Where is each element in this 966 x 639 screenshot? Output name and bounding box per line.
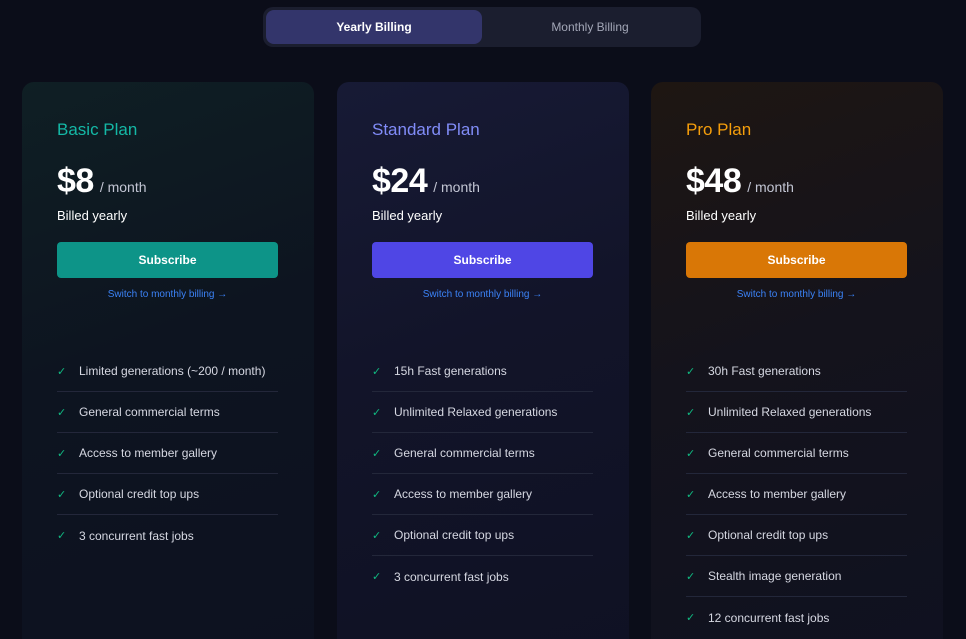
feature-item: ✓ Unlimited Relaxed generations xyxy=(372,392,593,433)
check-icon: ✓ xyxy=(57,488,67,501)
price-row: $8 / month xyxy=(57,162,279,202)
feature-item: ✓ Optional credit top ups xyxy=(686,515,907,556)
check-icon: ✓ xyxy=(372,488,382,501)
feature-label: Optional credit top ups xyxy=(79,487,200,501)
check-icon: ✓ xyxy=(57,365,67,378)
feature-label: 3 concurrent fast jobs xyxy=(79,528,194,543)
feature-label: Unlimited Relaxed generations xyxy=(708,405,872,419)
check-icon: ✓ xyxy=(372,365,382,378)
plan-name: Standard Plan xyxy=(372,120,480,139)
subscribe-button[interactable]: Subscribe xyxy=(57,242,278,278)
check-icon: ✓ xyxy=(57,530,67,542)
feature-list: ✓ 30h Fast generations ✓ Unlimited Relaxed… xyxy=(686,351,907,638)
feature-item: ✓ Access to member gallery xyxy=(686,474,907,515)
check-icon: ✓ xyxy=(372,447,382,460)
price-period: / month xyxy=(747,179,794,195)
switch-to-monthly-link[interactable]: Switch to monthly billing → xyxy=(57,289,278,300)
feature-item: ✓ 15h Fast generations xyxy=(372,351,593,392)
monthly-billing-tab[interactable]: Monthly Billing xyxy=(482,10,698,44)
billing-note: Billed yearly xyxy=(372,208,443,223)
feature-label: Access to member gallery xyxy=(79,446,218,460)
price-row: $24 / month xyxy=(372,162,594,202)
check-icon: ✓ xyxy=(57,447,67,460)
feature-label: Access to member gallery xyxy=(708,487,847,501)
plan-price: $24 xyxy=(372,162,428,200)
feature-label: Optional credit top ups xyxy=(394,528,515,542)
check-icon: ✓ xyxy=(686,570,696,583)
subscribe-button[interactable]: Subscribe xyxy=(372,242,593,278)
price-row: $48 / month xyxy=(686,162,908,202)
feature-list: ✓ 15h Fast generations ✓ Unlimited Relaxed… xyxy=(372,351,593,597)
feature-label: Optional credit top ups xyxy=(708,528,829,542)
check-icon: ✓ xyxy=(686,365,696,378)
price-period: / month xyxy=(433,179,480,195)
feature-label: 3 concurrent fast jobs xyxy=(394,569,509,584)
feature-label: General commercial terms xyxy=(79,405,220,419)
feature-item: ✓ Unlimited Relaxed generations xyxy=(686,392,907,433)
billing-toggle: Yearly Billing Monthly Billing xyxy=(263,7,701,47)
feature-label: Unlimited Relaxed generations xyxy=(394,405,558,419)
check-icon: ✓ xyxy=(372,529,382,542)
switch-to-monthly-link[interactable]: Switch to monthly billing → xyxy=(372,289,593,300)
feature-item: ✓ Access to member gallery xyxy=(57,433,278,474)
feature-label: General commercial terms xyxy=(394,446,535,460)
feature-item: ✓ General commercial terms xyxy=(57,392,278,433)
plan-price: $48 xyxy=(686,162,742,200)
feature-label: 15h Fast generations xyxy=(394,364,507,378)
feature-item: ✓ Stealth image generation xyxy=(686,556,907,597)
check-icon: ✓ xyxy=(686,488,696,501)
feature-list: ✓ Limited generations (~200 / month) ✓ Gen… xyxy=(57,351,278,556)
subscribe-button[interactable]: Subscribe xyxy=(686,242,907,278)
feature-label: Access to member gallery xyxy=(394,487,533,501)
feature-label: General commercial terms xyxy=(708,446,849,460)
check-icon: ✓ xyxy=(372,571,382,583)
feature-item: ✓ Limited generations (~200 / month) xyxy=(57,351,278,392)
check-icon: ✓ xyxy=(686,612,696,624)
plan-card-pro: Pro Plan $48 / month Billed yearly Subsc… xyxy=(651,82,943,639)
feature-item: ✓ 3 concurrent fast jobs xyxy=(57,515,278,556)
plan-name: Basic Plan xyxy=(57,120,138,139)
feature-label: 30h Fast generations xyxy=(708,364,821,378)
feature-item: ✓ Optional credit top ups xyxy=(372,515,593,556)
plan-name: Pro Plan xyxy=(686,120,752,139)
check-icon: ✓ xyxy=(686,447,696,460)
feature-label: Stealth image generation xyxy=(708,569,842,583)
price-period: / month xyxy=(99,179,147,195)
feature-label: Limited generations (~200 / month) xyxy=(79,364,266,378)
feature-item: ✓ Access to member gallery xyxy=(372,474,593,515)
check-icon: ✓ xyxy=(686,529,696,542)
feature-item: ✓ Optional credit top ups xyxy=(57,474,278,515)
feature-label: 12 concurrent fast jobs xyxy=(708,610,830,625)
feature-item: ✓ General commercial terms xyxy=(372,433,593,474)
check-icon: ✓ xyxy=(686,406,696,419)
check-icon: ✓ xyxy=(57,406,67,419)
switch-to-monthly-link[interactable]: Switch to monthly billing → xyxy=(686,289,907,300)
billing-note: Billed yearly xyxy=(57,208,128,223)
plan-card-standard: Standard Plan $24 / month Billed yearly … xyxy=(337,82,629,639)
feature-item: ✓ 12 concurrent fast jobs xyxy=(686,597,907,638)
feature-item: ✓ General commercial terms xyxy=(686,433,907,474)
check-icon: ✓ xyxy=(372,406,382,419)
yearly-billing-tab[interactable]: Yearly Billing xyxy=(266,10,482,44)
feature-item: ✓ 30h Fast generations xyxy=(686,351,907,392)
plan-card-basic: Basic Plan $8 / month Billed yearly Subs… xyxy=(22,82,314,639)
billing-note: Billed yearly xyxy=(686,208,757,223)
feature-item: ✓ 3 concurrent fast jobs xyxy=(372,556,593,597)
plan-price: $8 xyxy=(57,162,94,200)
